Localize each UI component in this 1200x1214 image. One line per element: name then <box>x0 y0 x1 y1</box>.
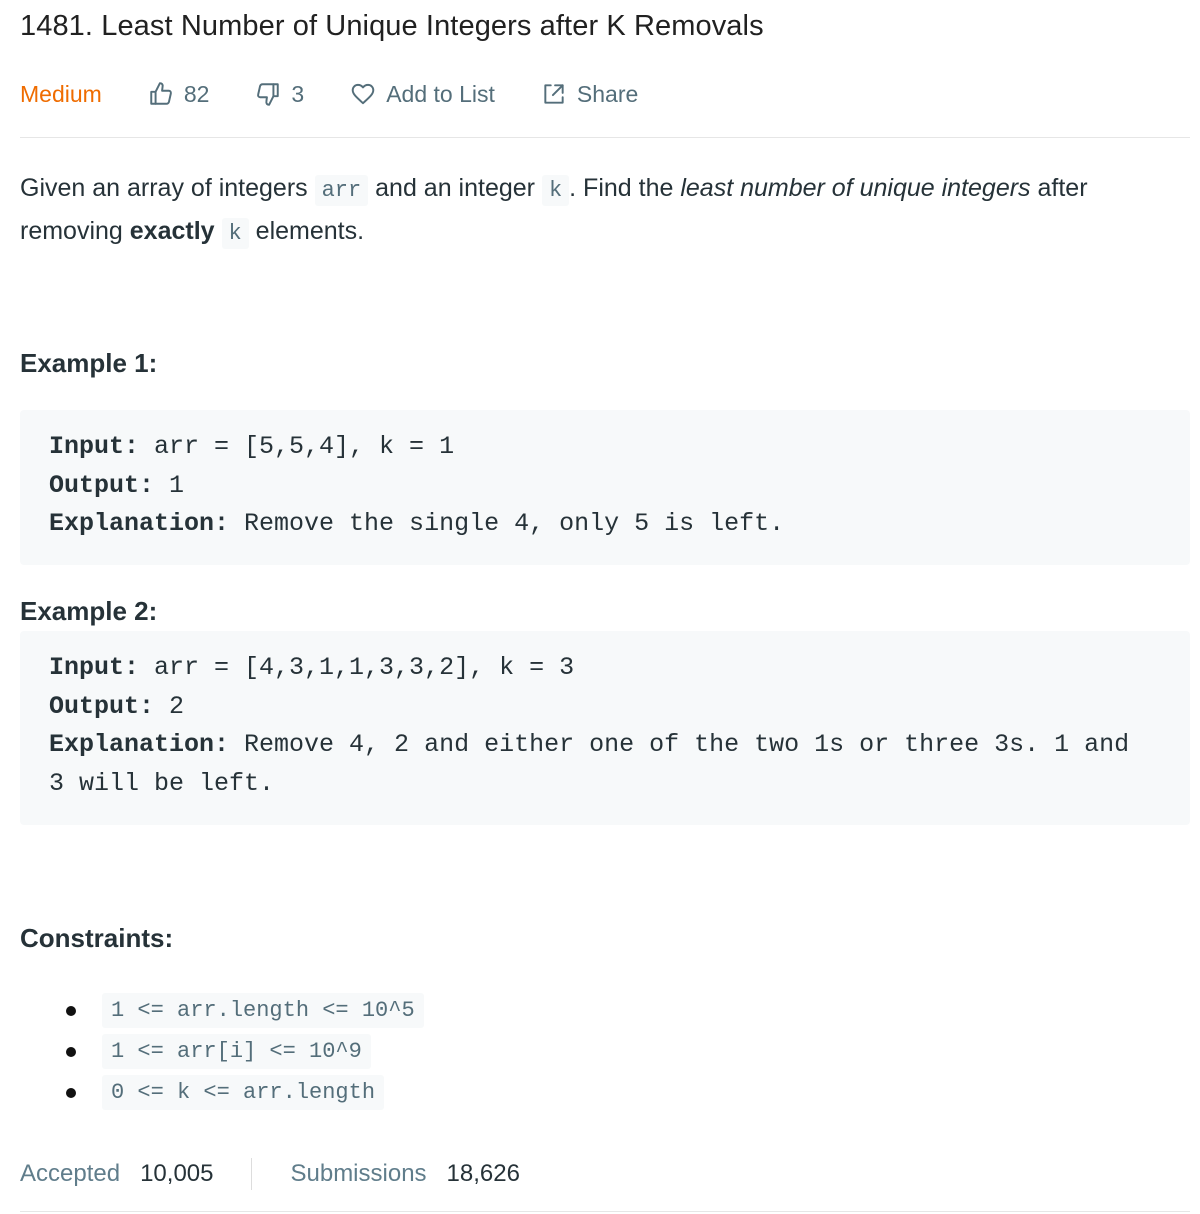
example-2-input: Input: arr = [4,3,1,1,3,3,2], k = 3 <box>49 653 575 682</box>
constraints-list: 1 <= arr.length <= 10^5 1 <= arr[i] <= 1… <box>60 990 424 1113</box>
inline-code-k: k <box>541 175 570 206</box>
inline-code-arr: arr <box>314 175 369 206</box>
thumbs-up-icon <box>150 82 172 105</box>
inline-code-k: k <box>221 218 249 249</box>
problem-description: Given an array of integers arr and an in… <box>20 168 1170 254</box>
page-title: 1481. Least Number of Unique Integers af… <box>20 10 764 42</box>
desc-text: Given an array of integers <box>20 174 315 202</box>
stats-separator <box>251 1158 253 1190</box>
example-1-block: Input: arr = [5,5,4], k = 1 Output: 1 Ex… <box>20 410 1190 565</box>
desc-emphasis: least number of unique integers <box>680 174 1031 202</box>
share-icon <box>544 84 564 104</box>
thumbs-down-icon <box>257 83 280 106</box>
list-item: 1 <= arr.length <= 10^5 <box>60 990 424 1031</box>
add-to-list-label: Add to List <box>386 80 495 107</box>
example-2-heading: Example 2: <box>20 596 158 626</box>
dislike-button[interactable]: 3 <box>255 81 304 108</box>
submission-stats: Accepted 10,005 Submissions 18,626 <box>20 1156 520 1192</box>
example-2-output: Output: 2 <box>49 691 185 721</box>
list-item: 0 <= k <= arr.length <box>60 1072 424 1113</box>
desc-strong: exactly <box>129 217 215 245</box>
bullet-icon <box>66 1087 76 1098</box>
constraint-code: 0 <= k <= arr.length <box>102 1075 385 1110</box>
example-2-explanation-cont: 3 will be left. <box>49 768 275 798</box>
desc-text: . Find the <box>569 174 681 202</box>
heart-icon <box>351 83 375 105</box>
example-2-block: Input: arr = [4,3,1,1,3,3,2], k = 3 Outp… <box>20 631 1190 825</box>
desc-text <box>215 217 222 245</box>
list-item: 1 <= arr[i] <= 10^9 <box>60 1031 424 1072</box>
desc-text: elements. <box>248 217 365 245</box>
accepted-count: 10,005 <box>140 1160 214 1187</box>
submissions-label: Submissions <box>290 1160 427 1187</box>
footer-divider <box>20 1211 1190 1212</box>
example-1-heading: Example 1: <box>20 348 158 378</box>
header-divider <box>20 137 1190 138</box>
constraints-heading: Constraints: <box>20 923 174 953</box>
bullet-icon <box>66 1046 76 1057</box>
dislike-count: 3 <box>291 80 305 107</box>
example-1-output: Output: 1 <box>49 470 185 500</box>
constraint-code: 1 <= arr.length <= 10^5 <box>102 993 424 1028</box>
constraint-code: 1 <= arr[i] <= 10^9 <box>102 1034 371 1069</box>
submissions-count: 18,626 <box>446 1160 520 1187</box>
example-2-explanation: Explanation: Remove 4, 2 and either one … <box>49 730 1130 759</box>
problem-meta-bar: Medium 82 3 Add to List Share <box>20 74 638 114</box>
add-to-list-button[interactable]: Add to List <box>350 81 495 108</box>
share-label: Share <box>576 80 639 107</box>
example-1-input: Input: arr = [5,5,4], k = 1 <box>49 432 455 461</box>
difficulty-badge: Medium <box>20 80 102 107</box>
like-count: 82 <box>183 80 210 107</box>
like-button[interactable]: 82 <box>148 80 210 108</box>
desc-text: and an integer <box>368 174 542 202</box>
bullet-icon <box>66 1005 76 1016</box>
accepted-label: Accepted <box>20 1160 121 1187</box>
share-button[interactable]: Share <box>541 81 638 108</box>
example-1-explanation: Explanation: Remove the single 4, only 5… <box>49 509 785 538</box>
